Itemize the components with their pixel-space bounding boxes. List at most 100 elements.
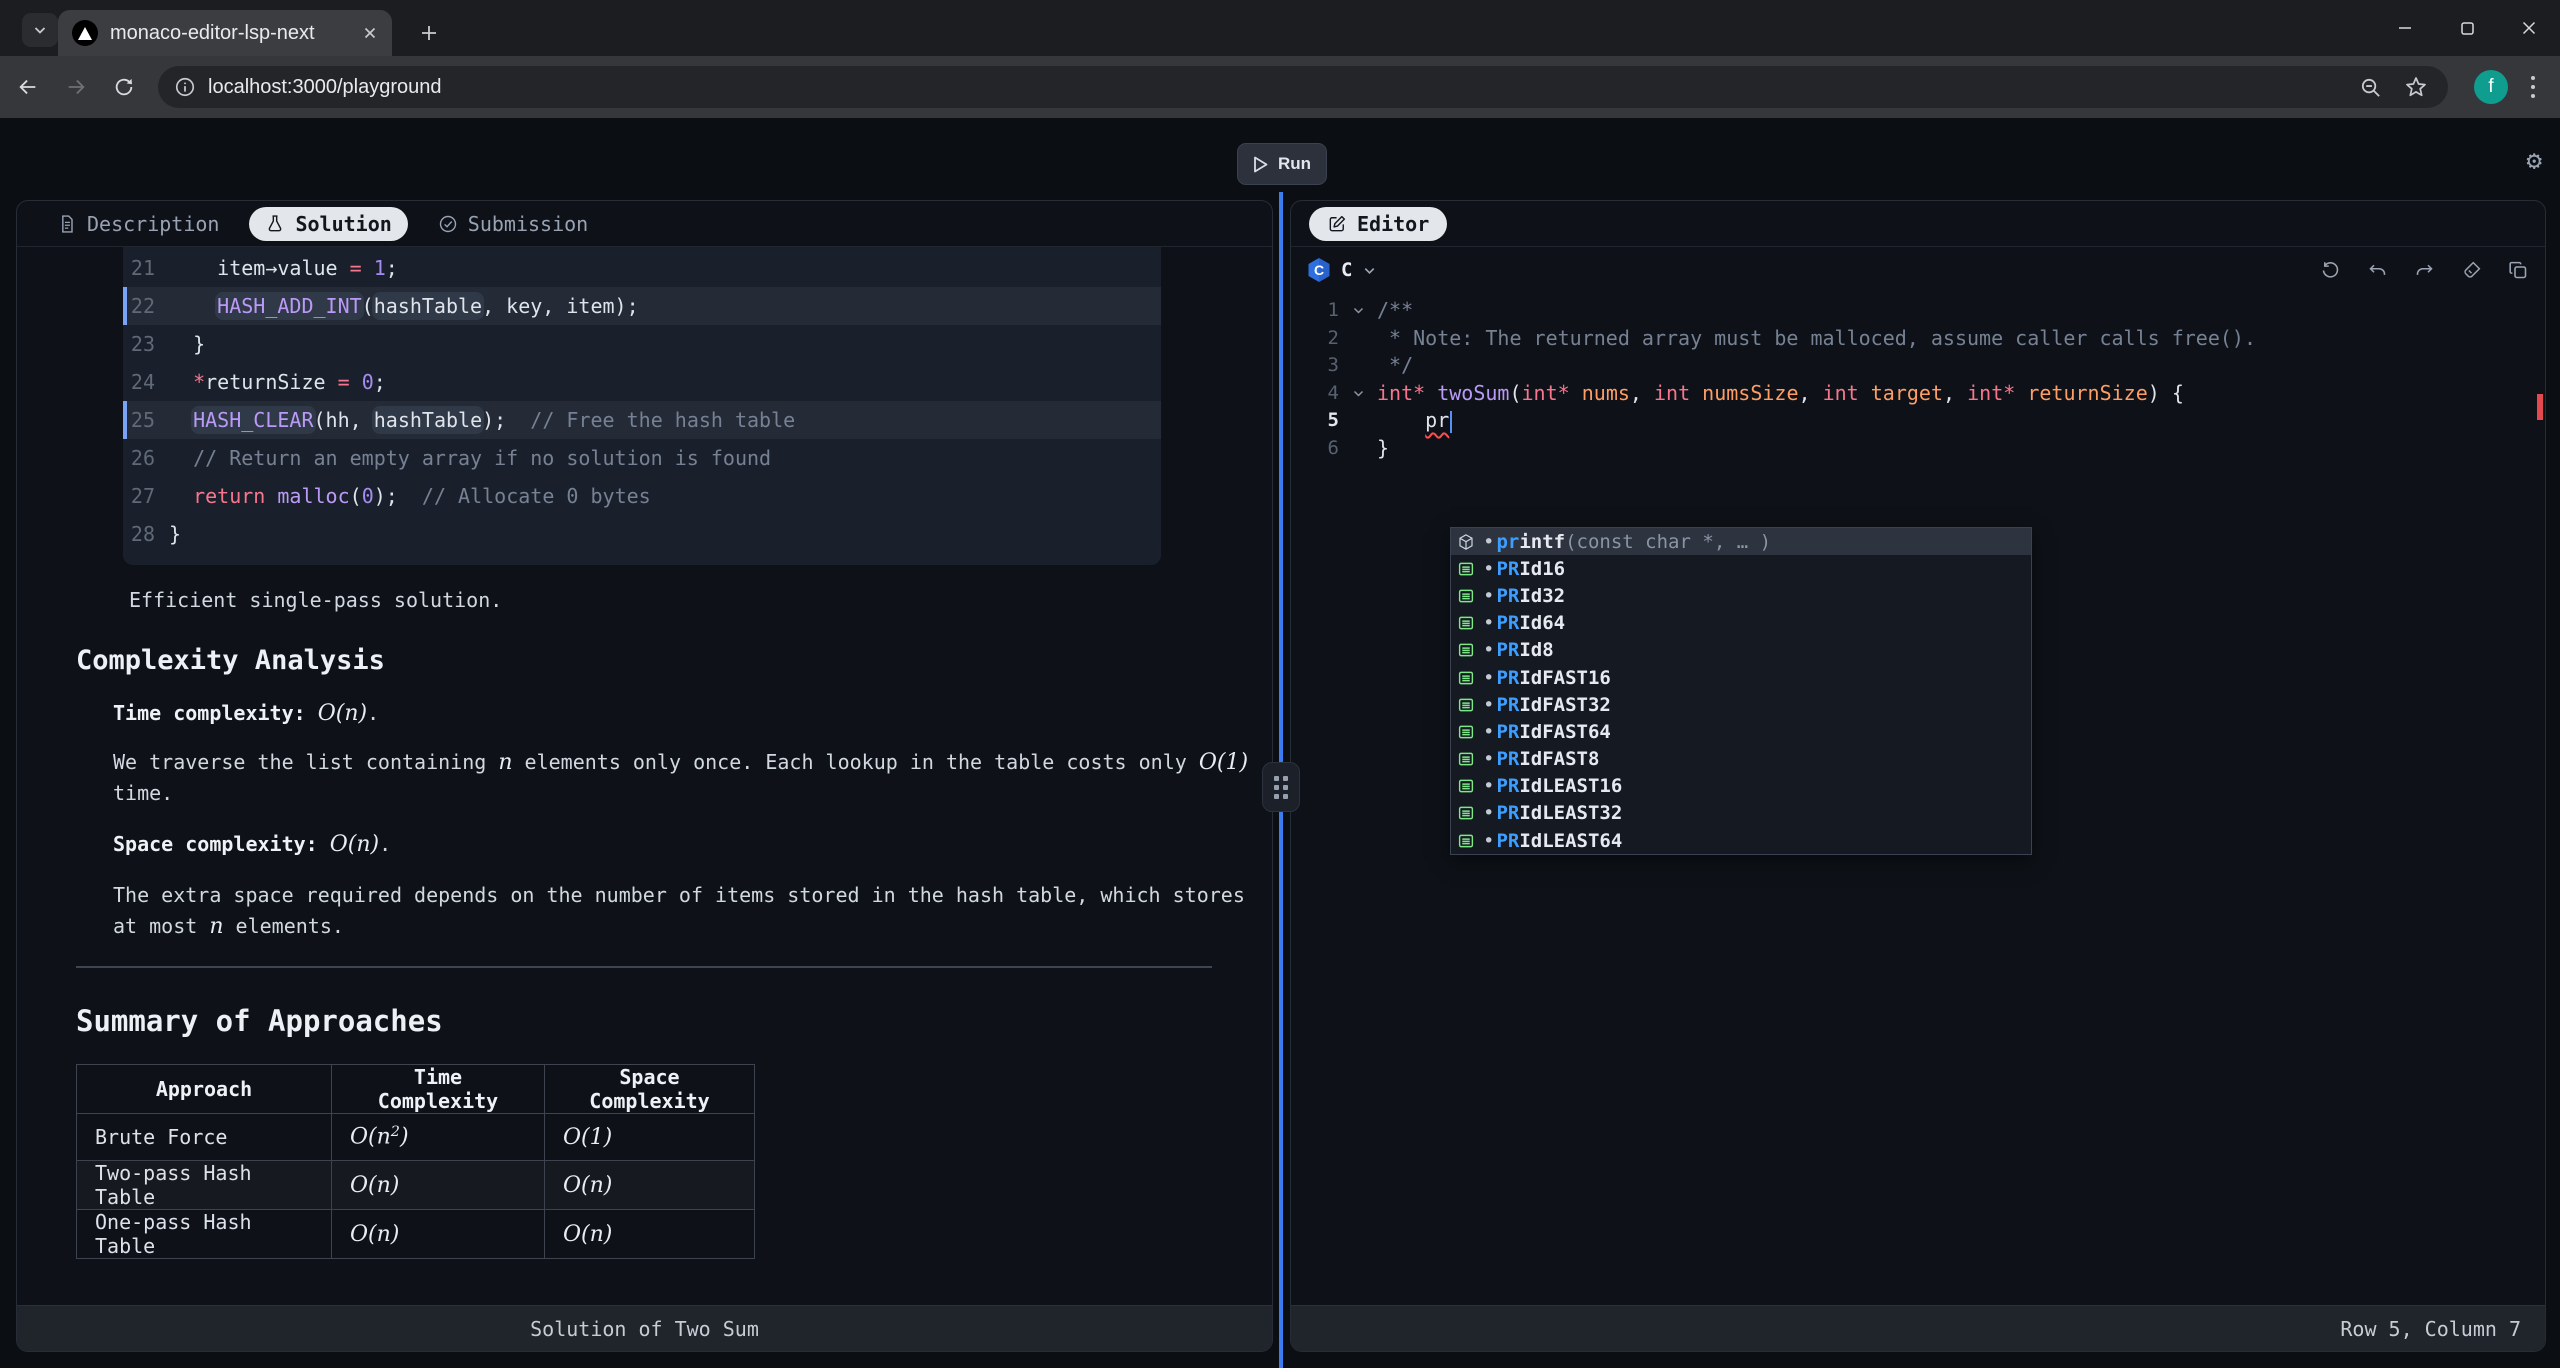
- editor-line-5[interactable]: 5 pr: [1291, 407, 2545, 435]
- editor-panel-header: Editor: [1291, 201, 2545, 247]
- forward-button[interactable]: [56, 67, 96, 107]
- redo-button[interactable]: [2414, 260, 2435, 281]
- solution-code-block: 21 item→value = 1;22 HASH_ADD_INT(hashTa…: [123, 247, 1161, 565]
- window-controls: [2374, 0, 2560, 56]
- tab-search-button[interactable]: [22, 13, 58, 47]
- settings-gear-icon[interactable]: ⚙: [2526, 148, 2542, 174]
- suggestion-PRId8[interactable]: •PRId8: [1451, 637, 2031, 664]
- line-number: 26: [123, 439, 169, 477]
- svg-text:C: C: [1314, 262, 1324, 278]
- solution-footer: Solution of Two Sum: [17, 1305, 1272, 1351]
- maximize-button[interactable]: [2436, 0, 2498, 56]
- plus-icon: [420, 24, 438, 42]
- suggestion-PRIdFAST8[interactable]: •PRIdFAST8: [1451, 746, 2031, 773]
- suggestion-PRIdLEAST64[interactable]: •PRIdLEAST64: [1451, 827, 2031, 854]
- chevron-down-icon: [32, 22, 48, 38]
- space-complexity-desc: The extra space required depends on the …: [113, 880, 1258, 942]
- bookmark-star-icon[interactable]: [2404, 75, 2428, 99]
- monaco-editor[interactable]: 1/**2 * Note: The returned array must be…: [1291, 293, 2545, 1351]
- line-number: 25: [123, 401, 169, 439]
- reload-button[interactable]: [104, 67, 144, 107]
- editor-line-2[interactable]: 2 * Note: The returned array must be mal…: [1291, 325, 2545, 353]
- play-icon: [1253, 156, 1268, 173]
- minimize-button[interactable]: [2374, 0, 2436, 56]
- tab-editor[interactable]: Editor: [1309, 207, 1447, 241]
- tab-description[interactable]: Description: [41, 207, 235, 241]
- suggestion-PRId16[interactable]: •PRId16: [1451, 555, 2031, 582]
- zoom-out-icon[interactable]: [2359, 76, 2382, 99]
- editor-line-number: 5: [1291, 407, 1339, 435]
- editor-line-1[interactable]: 1/**: [1291, 297, 2545, 325]
- time-complexity-desc: We traverse the list containing n elemen…: [113, 747, 1258, 809]
- fold-chevron-icon[interactable]: [1352, 387, 1365, 400]
- table-cell: O(n2): [332, 1114, 545, 1161]
- language-selector-label[interactable]: C: [1341, 259, 1352, 281]
- constant-suggestion-icon: [1457, 614, 1475, 632]
- suggestion-printf[interactable]: •printf(const char *, … ): [1451, 528, 2031, 555]
- function-suggestion-icon: [1457, 533, 1475, 551]
- table-cell: O(n): [545, 1210, 755, 1259]
- line-number: 23: [123, 325, 169, 363]
- tab-solution-label: Solution: [295, 212, 391, 236]
- time-complexity-line: Time complexity: O(n).: [113, 698, 1258, 729]
- back-button[interactable]: [8, 67, 48, 107]
- editor-line-number: 2: [1291, 325, 1339, 353]
- suggestion-PRIdFAST64[interactable]: •PRIdFAST64: [1451, 718, 2031, 745]
- vercel-triangle-icon: [78, 27, 92, 40]
- constant-suggestion-icon: [1457, 750, 1475, 768]
- line-number: 21: [123, 249, 169, 287]
- table-header-approach: Approach: [77, 1065, 332, 1114]
- editor-line-6[interactable]: 6}: [1291, 435, 2545, 463]
- copy-code-button[interactable]: [2508, 260, 2529, 281]
- document-icon: [57, 214, 77, 234]
- suggestion-PRIdFAST32[interactable]: •PRIdFAST32: [1451, 691, 2031, 718]
- tab-submission-label: Submission: [468, 212, 588, 236]
- close-window-button[interactable]: [2498, 0, 2560, 56]
- table-cell: Two-pass Hash Table: [77, 1161, 332, 1210]
- suggestion-PRIdLEAST16[interactable]: •PRIdLEAST16: [1451, 773, 2031, 800]
- solution-code-line-25: 25 HASH_CLEAR(hh, hashTable); // Free th…: [123, 401, 1161, 439]
- constant-suggestion-icon: [1457, 804, 1475, 822]
- browser-menu-button[interactable]: [2518, 67, 2548, 107]
- site-info-icon[interactable]: [174, 76, 196, 98]
- format-code-button[interactable]: [2461, 260, 2482, 281]
- editor-line-number: 3: [1291, 352, 1339, 380]
- suggestion-PRIdFAST16[interactable]: •PRIdFAST16: [1451, 664, 2031, 691]
- profile-avatar[interactable]: f: [2474, 70, 2508, 104]
- editor-line-3[interactable]: 3 */: [1291, 352, 2545, 380]
- tab-close-icon[interactable]: [362, 25, 378, 41]
- panel-resize-handle[interactable]: [1262, 762, 1300, 812]
- tab-solution[interactable]: Solution: [249, 207, 407, 241]
- suggestion-PRId64[interactable]: •PRId64: [1451, 610, 2031, 637]
- constant-suggestion-icon: [1457, 723, 1475, 741]
- url-text[interactable]: localhost:3000/playground: [208, 76, 2359, 99]
- table-cell: Brute Force: [77, 1114, 332, 1161]
- undo-button[interactable]: [2367, 260, 2388, 281]
- fold-chevron-icon[interactable]: [1352, 304, 1365, 317]
- constant-suggestion-icon: [1457, 777, 1475, 795]
- solution-content[interactable]: 21 item→value = 1;22 HASH_ADD_INT(hashTa…: [17, 247, 1272, 1351]
- approaches-table: ApproachTime ComplexitySpace Complexity …: [76, 1064, 755, 1259]
- suggestion-PRId32[interactable]: •PRId32: [1451, 582, 2031, 609]
- tab-submission[interactable]: Submission: [422, 207, 604, 241]
- table-row: One-pass Hash TableO(n)O(n): [77, 1210, 755, 1259]
- reset-code-button[interactable]: [2320, 260, 2341, 281]
- edit-pencil-icon: [1327, 214, 1347, 234]
- constant-suggestion-icon: [1457, 696, 1475, 714]
- run-button[interactable]: Run: [1237, 143, 1327, 185]
- new-tab-button[interactable]: [412, 16, 446, 50]
- editor-line-number: 6: [1291, 435, 1339, 463]
- playground-page: Run ⚙ Description Solution Submission: [0, 118, 2560, 1368]
- suggestion-PRIdLEAST32[interactable]: •PRIdLEAST32: [1451, 800, 2031, 827]
- address-bar[interactable]: localhost:3000/playground: [158, 66, 2448, 108]
- constant-suggestion-icon: [1457, 641, 1475, 659]
- c-language-icon: C: [1307, 257, 1331, 283]
- solution-code-line-28: 28}: [123, 515, 1161, 553]
- table-cell: O(n): [332, 1161, 545, 1210]
- browser-tab[interactable]: monaco-editor-lsp-next: [58, 10, 392, 56]
- solution-code-line-24: 24 *returnSize = 0;: [123, 363, 1161, 401]
- language-chevron-icon[interactable]: [1362, 263, 1377, 278]
- line-number: 22: [123, 287, 169, 325]
- editor-line-4[interactable]: 4int* twoSum(int* nums, int numsSize, in…: [1291, 380, 2545, 408]
- editor-line-number: 4: [1291, 380, 1339, 408]
